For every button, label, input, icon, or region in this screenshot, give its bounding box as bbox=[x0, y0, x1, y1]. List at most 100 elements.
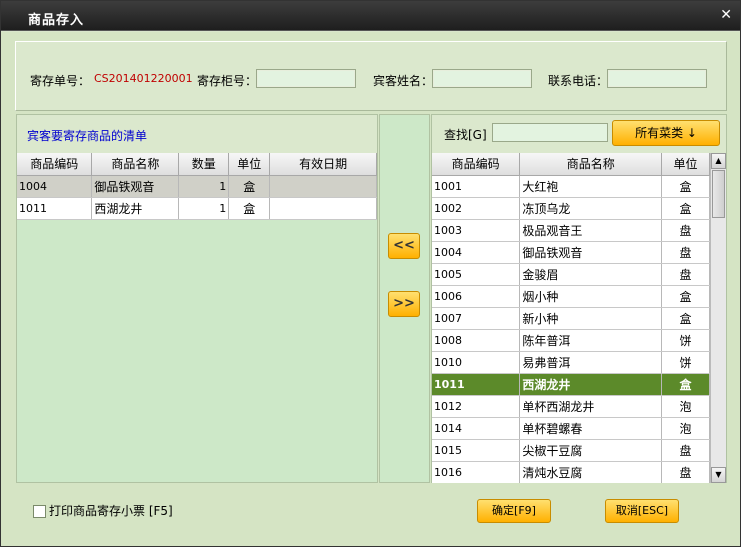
cell-code: 1006 bbox=[432, 285, 521, 308]
table-row[interactable]: 1015 尖椒干豆腐盘 bbox=[432, 439, 710, 462]
deposit-no-value: CS201401220001 bbox=[94, 72, 193, 85]
col-unit[interactable]: 单位 bbox=[661, 153, 710, 176]
table-row[interactable]: 1004 御品铁观音盘 bbox=[432, 241, 710, 264]
cell-name: 烟小种 bbox=[519, 285, 663, 308]
cell-expiry[interactable] bbox=[269, 175, 377, 198]
category-dropdown-button[interactable]: 所有菜类 ↓ bbox=[612, 120, 720, 146]
cell-qty: 1 bbox=[178, 197, 230, 220]
scroll-thumb[interactable] bbox=[712, 170, 725, 218]
cell-unit: 盒 bbox=[661, 175, 710, 198]
close-icon[interactable]: ✕ bbox=[720, 7, 732, 23]
cell-code: 1014 bbox=[432, 417, 521, 440]
cell-code: 1004 bbox=[432, 241, 521, 264]
remove-item-button[interactable]: >> bbox=[388, 291, 420, 317]
cell-unit: 盘 bbox=[661, 439, 710, 462]
cell-name: 御品铁观音 bbox=[91, 175, 180, 198]
cell-name: 金骏眉 bbox=[519, 263, 663, 286]
deposit-window: 商品存入 ✕ 寄存单号： CS201401220001 寄存柜号： 宾客姓名： … bbox=[0, 0, 741, 547]
cell-name: 单杯碧螺春 bbox=[519, 417, 663, 440]
scroll-up-icon[interactable]: ▲ bbox=[711, 153, 726, 169]
title-bar: 商品存入 ✕ bbox=[1, 1, 740, 31]
table-row[interactable]: 1008 陈年普洱饼 bbox=[432, 329, 710, 352]
cabinet-input[interactable] bbox=[256, 69, 356, 88]
phone-input[interactable] bbox=[607, 69, 707, 88]
deposit-no-label: 寄存单号： bbox=[30, 74, 91, 88]
header-panel: 寄存单号： CS201401220001 寄存柜号： 宾客姓名： 联系电话： bbox=[15, 41, 727, 111]
cell-unit: 盒 bbox=[661, 285, 710, 308]
table-row[interactable]: 1011 西湖龙井盒 bbox=[432, 373, 710, 396]
cell-unit: 泡 bbox=[661, 395, 710, 418]
guest-name-label: 宾客姓名： bbox=[373, 74, 434, 88]
deposit-list-header: 宾客要寄存商品的清单 bbox=[17, 115, 377, 153]
table-row[interactable]: 1007 新小种盒 bbox=[432, 307, 710, 330]
cell-code: 1008 bbox=[432, 329, 521, 352]
cell-code: 1011 bbox=[432, 373, 521, 396]
cell-name: 新小种 bbox=[519, 307, 663, 330]
deposit-list-panel: 宾客要寄存商品的清单 商品编码 商品名称 数量 单位 有效日期 1004 御品铁… bbox=[16, 114, 378, 483]
table-row[interactable]: 1014 单杯碧螺春泡 bbox=[432, 417, 710, 440]
cell-name: 西湖龙井 bbox=[519, 373, 663, 396]
cell-unit: 盒 bbox=[228, 197, 271, 220]
print-ticket-checkbox[interactable]: 打印商品寄存小票 [F5] bbox=[33, 502, 173, 519]
checkbox-icon[interactable] bbox=[33, 505, 46, 518]
cell-name: 御品铁观音 bbox=[519, 241, 663, 264]
product-scrollbar[interactable]: ▲ ▼ bbox=[710, 153, 726, 483]
search-input[interactable] bbox=[492, 123, 608, 142]
deposit-table: 商品编码 商品名称 数量 单位 有效日期 1004 御品铁观音 1 盒 1011… bbox=[17, 153, 377, 220]
cell-code: 1004 bbox=[17, 175, 93, 198]
cabinet-label: 寄存柜号： bbox=[197, 74, 258, 88]
search-label: 查找[G] bbox=[444, 128, 487, 142]
cell-code: 1001 bbox=[432, 175, 521, 198]
cell-qty: 1 bbox=[178, 175, 230, 198]
cell-unit: 盘 bbox=[661, 241, 710, 264]
ok-button[interactable]: 确定[F9] bbox=[477, 499, 551, 523]
cell-unit: 泡 bbox=[661, 417, 710, 440]
table-row[interactable]: 1002 冻顶乌龙盒 bbox=[432, 197, 710, 220]
cell-name: 单杯西湖龙井 bbox=[519, 395, 663, 418]
cell-code: 1012 bbox=[432, 395, 521, 418]
cell-name: 极品观音王 bbox=[519, 219, 663, 242]
print-ticket-label: 打印商品寄存小票 [F5] bbox=[49, 504, 173, 518]
cell-code: 1003 bbox=[432, 219, 521, 242]
col-unit[interactable]: 单位 bbox=[228, 153, 271, 176]
cell-unit: 盘 bbox=[661, 219, 710, 242]
guest-name-input[interactable] bbox=[432, 69, 532, 88]
cell-name: 清炖水豆腐 bbox=[519, 461, 663, 483]
cell-unit: 盒 bbox=[661, 197, 710, 220]
cell-unit: 盒 bbox=[661, 373, 710, 396]
cell-code: 1005 bbox=[432, 263, 521, 286]
col-code[interactable]: 商品编码 bbox=[17, 153, 93, 176]
table-row[interactable]: 1004 御品铁观音 1 盒 bbox=[17, 175, 377, 198]
scroll-down-icon[interactable]: ▼ bbox=[711, 467, 726, 483]
col-name[interactable]: 商品名称 bbox=[519, 153, 663, 176]
table-row[interactable]: 1001 大红袍盒 bbox=[432, 175, 710, 198]
table-row[interactable]: 1016 清炖水豆腐盘 bbox=[432, 461, 710, 483]
cell-unit: 盘 bbox=[661, 263, 710, 286]
product-panel: 查找[G] 所有菜类 ↓ 商品编码 商品名称 单位 1001 大红袍盒 1002 冻顶… bbox=[431, 114, 727, 483]
table-row[interactable]: 1006 烟小种盒 bbox=[432, 285, 710, 308]
table-row[interactable]: 1005 金骏眉盘 bbox=[432, 263, 710, 286]
col-name[interactable]: 商品名称 bbox=[91, 153, 180, 176]
cell-name: 易弗普洱 bbox=[519, 351, 663, 374]
product-table: 商品编码 商品名称 单位 1001 大红袍盒 1002 冻顶乌龙盒 1003 极品观音王盘… bbox=[432, 153, 710, 483]
phone-label: 联系电话： bbox=[548, 74, 609, 88]
col-qty[interactable]: 数量 bbox=[178, 153, 230, 176]
col-code[interactable]: 商品编码 bbox=[432, 153, 521, 176]
table-row[interactable]: 1011 西湖龙井 1 盒 bbox=[17, 197, 377, 220]
cell-unit: 饼 bbox=[661, 329, 710, 352]
cell-code: 1011 bbox=[17, 197, 93, 220]
cancel-button[interactable]: 取消[ESC] bbox=[605, 499, 679, 523]
table-row[interactable]: 1012 单杯西湖龙井泡 bbox=[432, 395, 710, 418]
col-expiry[interactable]: 有效日期 bbox=[269, 153, 377, 176]
cell-expiry[interactable] bbox=[269, 197, 377, 220]
product-table-viewport: 商品编码 商品名称 单位 1001 大红袍盒 1002 冻顶乌龙盒 1003 极品观音王盘… bbox=[432, 153, 710, 483]
cell-code: 1010 bbox=[432, 351, 521, 374]
add-item-button[interactable]: << bbox=[388, 233, 420, 259]
table-row[interactable]: 1003 极品观音王盘 bbox=[432, 219, 710, 242]
cell-code: 1007 bbox=[432, 307, 521, 330]
cell-unit: 盘 bbox=[661, 461, 710, 483]
deposit-list-title: 宾客要寄存商品的清单 bbox=[27, 129, 148, 143]
cell-unit: 饼 bbox=[661, 351, 710, 374]
cell-name: 尖椒干豆腐 bbox=[519, 439, 663, 462]
table-row[interactable]: 1010 易弗普洱饼 bbox=[432, 351, 710, 374]
